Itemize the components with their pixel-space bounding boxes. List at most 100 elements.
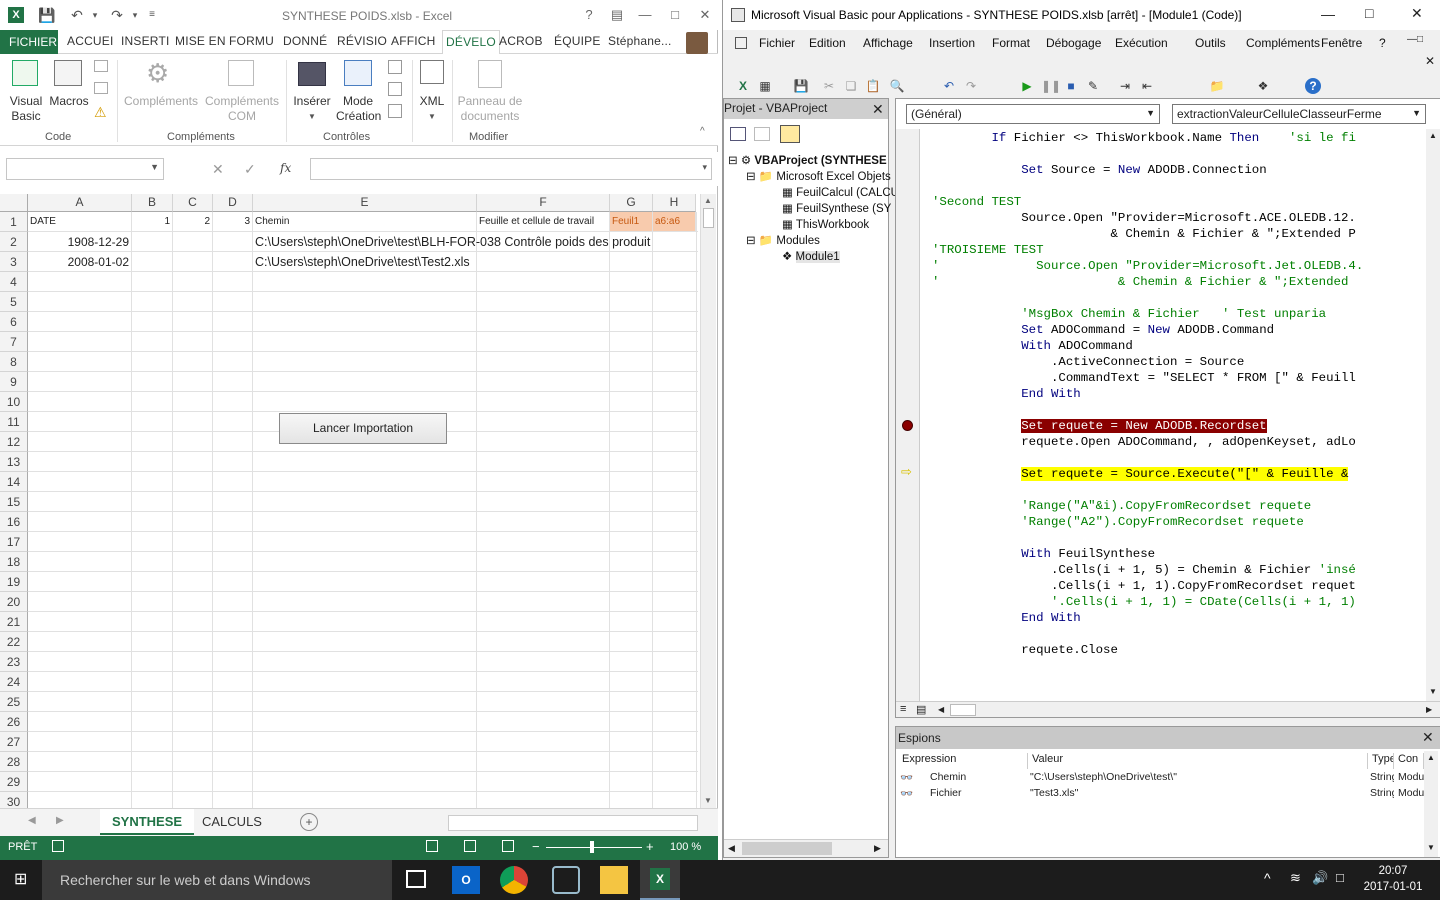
relative-refs-icon[interactable] (94, 82, 108, 94)
user-name[interactable]: Stéphane... (608, 34, 672, 48)
tab-accueil[interactable]: ACCUEI (67, 34, 114, 48)
column-header-f[interactable]: F (477, 194, 610, 212)
tab-insertion[interactable]: INSERTI (121, 34, 170, 48)
tree-feuil-synthese[interactable]: ▦ FeuilSynthese (SY (782, 201, 891, 215)
customize-qat-icon[interactable]: ≡ (143, 6, 161, 24)
chrome-icon[interactable] (500, 866, 528, 894)
code-line[interactable]: .CommandText = "SELECT * FROM [" & Feuil… (932, 370, 1356, 386)
row-header[interactable]: 9 (0, 372, 28, 392)
row-header[interactable]: 24 (0, 672, 28, 692)
panneau-documents-button[interactable]: Panneau de documents (454, 94, 526, 124)
row-header[interactable]: 21 (0, 612, 28, 632)
cell-b1[interactable]: 1 (132, 212, 173, 232)
scroll-up-icon[interactable]: ▲ (704, 196, 712, 205)
cell-h1[interactable]: a6:a6 (653, 212, 696, 232)
volume-icon[interactable]: 🔊 (1312, 870, 1328, 886)
procedure-view-icon[interactable]: ≡ (900, 703, 906, 715)
menu-execution[interactable]: Exécution (1115, 36, 1168, 50)
cell-a3[interactable]: 2008-01-02 (28, 252, 132, 272)
cell-c1[interactable]: 2 (173, 212, 213, 232)
code-line[interactable]: .ActiveConnection = Source (932, 354, 1244, 370)
scroll-thumb[interactable] (950, 704, 976, 716)
object-browser-icon[interactable]: ❖ (1255, 78, 1271, 94)
maximize-icon[interactable]: □ (1365, 5, 1373, 21)
tab-donnees[interactable]: DONNÉ (283, 34, 327, 48)
xml-button[interactable]: XML (414, 94, 450, 109)
mode-creation-button[interactable]: Mode Création (336, 94, 381, 124)
undo-icon[interactable]: ↶ (941, 78, 957, 94)
row-header[interactable]: 4 (0, 272, 28, 292)
next-sheet-icon[interactable]: ▶ (56, 815, 64, 826)
task-view-icon[interactable] (406, 870, 426, 888)
horizontal-scrollbar[interactable] (448, 815, 698, 831)
page-layout-icon[interactable] (464, 840, 476, 852)
menu-outils[interactable]: Outils (1195, 36, 1226, 50)
code-line[interactable]: Source.Open "Provider=Microsoft.ACE.OLED… (932, 210, 1356, 226)
cell-d1[interactable]: 3 (213, 212, 253, 232)
close-icon[interactable]: ✕ (1411, 5, 1423, 22)
redo-icon[interactable]: ↷ (963, 78, 979, 94)
cell-a2[interactable]: 1908-12-29 (28, 232, 132, 252)
column-header-e[interactable]: E (253, 194, 477, 212)
zoom-thumb[interactable] (590, 841, 594, 853)
fx-icon[interactable]: fx (280, 161, 291, 175)
row-header[interactable]: 11 (0, 412, 28, 432)
code-line[interactable]: ' & Chemin & Fichier & ";Extended (932, 274, 1348, 290)
menu-fenetre[interactable]: Fenêtre (1321, 36, 1362, 50)
formula-input[interactable]: ▾ (310, 158, 712, 180)
sheet-tab-calculs[interactable]: CALCULS (190, 809, 274, 835)
outlook-icon[interactable]: O (452, 866, 480, 894)
indicator-margin[interactable]: ⇨ (896, 129, 920, 701)
code-line[interactable]: With ADOCommand (932, 338, 1133, 354)
enter-icon[interactable]: ✓ (244, 161, 256, 178)
cell-a1[interactable]: DATE (28, 212, 132, 232)
cancel-icon[interactable]: ✕ (212, 161, 224, 178)
undo-icon[interactable]: ↶ (68, 6, 86, 24)
row-header[interactable]: 1 (0, 212, 28, 232)
tab-formules[interactable]: FORMU (229, 34, 274, 48)
camera-app-icon[interactable] (552, 866, 580, 894)
redo-icon[interactable]: ↷ (108, 6, 126, 24)
inserer-button[interactable]: Insérer (290, 94, 334, 109)
row-header[interactable]: 3 (0, 252, 28, 272)
chevron-down-icon[interactable]: ▼ (150, 162, 159, 172)
scroll-down-icon[interactable]: ▼ (704, 796, 712, 805)
run-dialog-icon[interactable] (388, 104, 402, 118)
chevron-down-icon[interactable]: ▼ (1412, 108, 1421, 118)
view-code-icon[interactable] (730, 127, 746, 141)
row-header[interactable]: 26 (0, 712, 28, 732)
watch-col-expression[interactable]: Expression (898, 753, 1028, 769)
row-header[interactable]: 20 (0, 592, 28, 612)
tree-module1[interactable]: ❖ Module1 (782, 249, 840, 263)
collapse-ribbon-icon[interactable]: ^ (700, 126, 705, 137)
scroll-left-icon[interactable]: ◀ (938, 705, 944, 714)
find-icon[interactable]: 🔍 (889, 78, 905, 94)
tree-this-workbook[interactable]: ▦ ThisWorkbook (782, 217, 869, 231)
paste-icon[interactable]: 📋 (865, 78, 881, 94)
zoom-level[interactable]: 100 % (670, 841, 701, 853)
tab-mise-en-page[interactable]: MISE EN (175, 34, 226, 48)
row-header[interactable]: 25 (0, 692, 28, 712)
code-line[interactable]: If Fichier <> ThisWorkbook.Name Then 'si… (932, 130, 1356, 146)
save-icon[interactable]: 💾 (793, 78, 809, 94)
scroll-thumb[interactable] (703, 208, 714, 228)
cut-icon[interactable]: ✂ (821, 78, 837, 94)
reset-icon[interactable]: ■ (1063, 78, 1079, 94)
scroll-up-icon[interactable]: ▲ (1429, 131, 1437, 140)
run-icon[interactable]: ▶ (1019, 78, 1035, 94)
page-break-icon[interactable] (502, 840, 514, 852)
row-header[interactable]: 19 (0, 572, 28, 592)
save-icon[interactable]: 💾 (38, 6, 56, 24)
row-header[interactable]: 22 (0, 632, 28, 652)
worksheet-grid[interactable]: A B C D E F G H 1 2 3 4 5 6 7 8 9 10 11 12 13 14 15 16 1… (0, 194, 718, 808)
view-object-icon[interactable] (754, 127, 770, 141)
complements-button[interactable]: Compléments (122, 94, 200, 109)
tree-root[interactable]: ⊟ ⚙ VBAProject (SYNTHESE (728, 153, 887, 167)
tab-acrobat[interactable]: ACROB (499, 34, 543, 48)
scroll-right-icon[interactable]: ▶ (874, 843, 881, 854)
collapse-icon[interactable]: ⊟ (746, 235, 756, 247)
procedure-dropdown[interactable]: extractionValeurCelluleClasseurFerme ▼ (1172, 104, 1426, 124)
cell-e3[interactable]: C:\Users\steph\OneDrive\test\Test2.xls (253, 252, 553, 272)
menu-help[interactable]: ? (1379, 36, 1386, 50)
help-icon[interactable]: ? (578, 6, 600, 24)
